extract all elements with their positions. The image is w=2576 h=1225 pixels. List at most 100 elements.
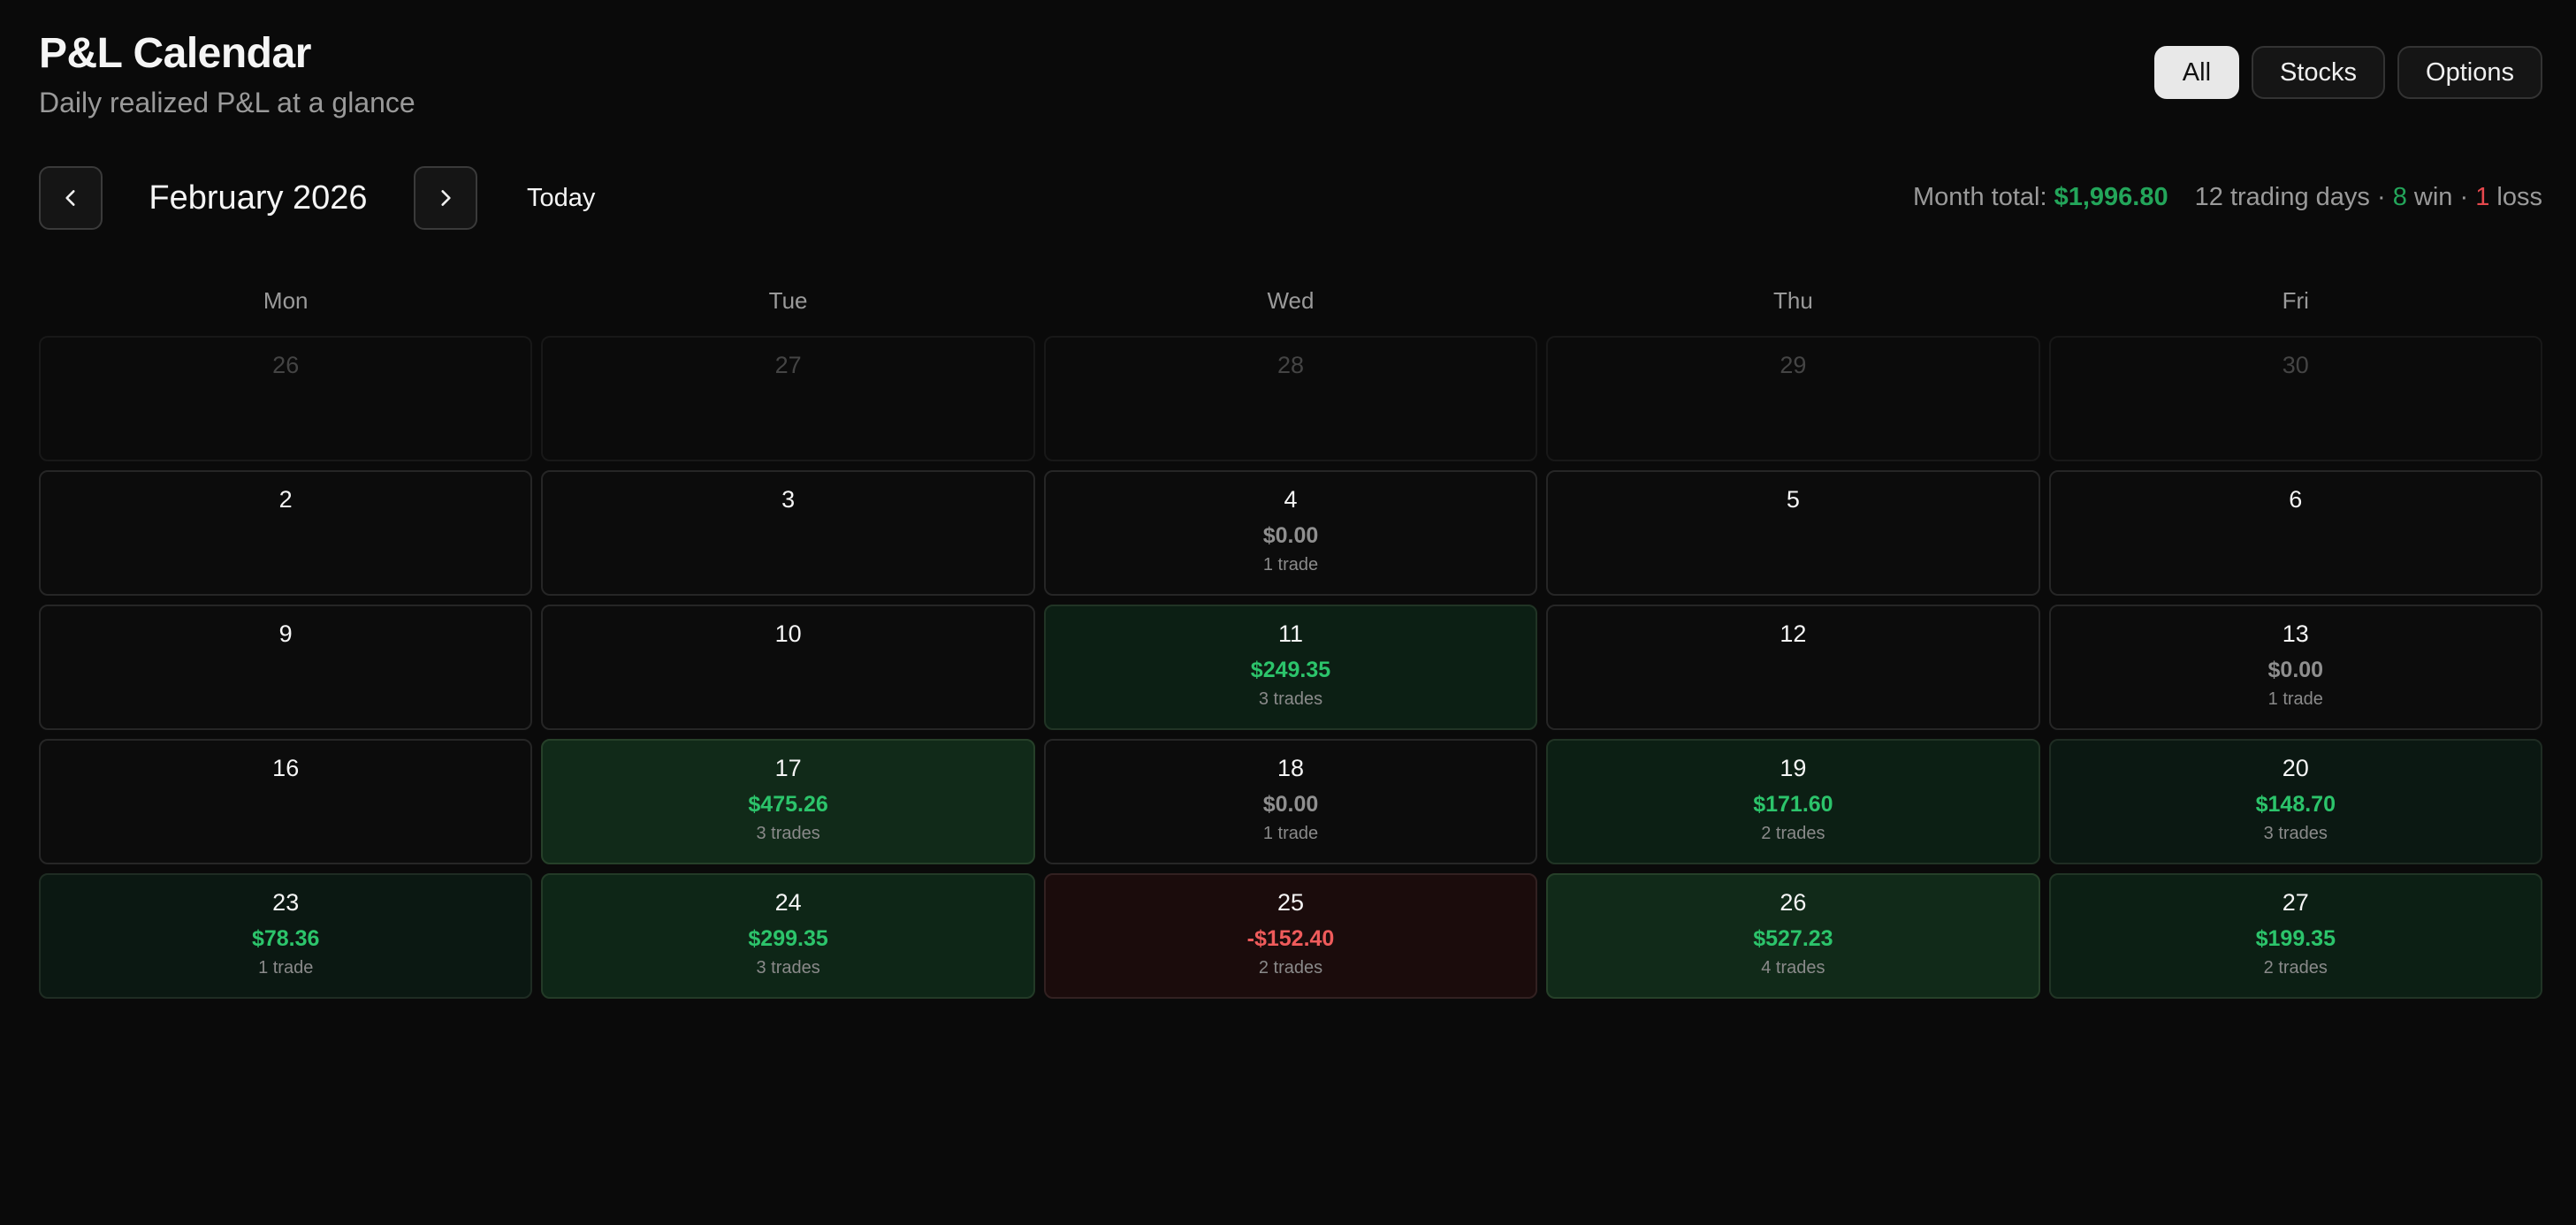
page-title: P&L Calendar — [39, 30, 311, 77]
day-number: 27 — [774, 352, 802, 378]
summary-separator: · — [2452, 183, 2476, 211]
calendar-day[interactable]: 18 $0.00 1 trade — [1043, 739, 1538, 864]
month-total-label: Month total: — [1913, 183, 2047, 211]
day-number: 2 — [278, 486, 293, 513]
day-number: 25 — [1277, 889, 1305, 916]
calendar-day-outside: 29 — [1546, 336, 2040, 461]
calendar-day[interactable]: 10 — [541, 605, 1035, 730]
day-number: 26 — [272, 352, 300, 378]
day-number: 16 — [272, 755, 300, 781]
day-trade-count: 1 trade — [1262, 824, 1319, 843]
day-trade-count: 2 trades — [1761, 824, 1825, 843]
day-pnl: $0.00 — [1262, 792, 1319, 817]
day-trade-count: 1 trade — [1262, 555, 1319, 574]
month-summary: Month total: $1,996.80 12 trading days · … — [1913, 179, 2542, 215]
day-pnl: $0.00 — [1262, 523, 1319, 548]
day-number: 12 — [1780, 620, 1807, 647]
day-pnl: $299.35 — [748, 926, 828, 951]
loss-count: 1 — [2475, 183, 2490, 211]
win-count: 8 — [2392, 183, 2407, 211]
calendar-day[interactable]: 24 $299.35 3 trades — [541, 873, 1035, 999]
day-trade-count: 1 trade — [2267, 689, 2323, 709]
day-number: 23 — [272, 889, 300, 916]
day-trade-count: 3 trades — [756, 958, 820, 978]
day-trade-count: 2 trades — [2263, 958, 2328, 978]
chevron-left-icon — [65, 190, 75, 206]
month-label: February 2026 — [149, 179, 368, 217]
calendar-day[interactable]: 19 $171.60 2 trades — [1546, 739, 2040, 864]
calendar-day[interactable]: 26 $527.23 4 trades — [1546, 873, 2040, 999]
today-button[interactable]: Today — [509, 173, 613, 223]
day-number: 28 — [1277, 352, 1305, 378]
calendar-day-outside: 27 — [541, 336, 1035, 461]
day-number: 10 — [774, 620, 802, 647]
calendar-day[interactable]: 23 $78.36 1 trade — [39, 873, 533, 999]
day-number: 30 — [2282, 352, 2309, 378]
day-trade-count: 1 trade — [258, 958, 314, 978]
day-number: 11 — [1277, 620, 1303, 647]
weekday-label: Wed — [1267, 287, 1315, 314]
day-pnl: $78.36 — [251, 926, 320, 951]
previous-month-button[interactable] — [39, 166, 103, 230]
trading-days: 12 trading days — [2194, 183, 2370, 211]
day-pnl: -$152.40 — [1246, 926, 1335, 951]
win-label: win — [2406, 183, 2453, 211]
calendar-day-outside: 26 — [39, 336, 533, 461]
filter-stocks-button[interactable]: Stocks — [2252, 46, 2386, 99]
filter-all-button[interactable]: All — [2153, 46, 2240, 99]
day-number: 6 — [2289, 486, 2303, 513]
filter-options-button[interactable]: Options — [2397, 46, 2542, 99]
day-trade-count: 3 trades — [2263, 824, 2328, 843]
day-pnl: $527.23 — [1753, 926, 1833, 951]
summary-separator: · — [2369, 183, 2393, 211]
day-pnl: $199.35 — [2255, 926, 2336, 951]
calendar-day[interactable]: 11 $249.35 3 trades — [1043, 605, 1538, 730]
weekday-label: Thu — [1772, 287, 1813, 314]
day-number: 26 — [1780, 889, 1807, 916]
calendar-day[interactable]: 3 — [541, 470, 1035, 596]
calendar-day[interactable]: 27 $199.35 2 trades — [2048, 873, 2542, 999]
calendar-day[interactable]: 9 — [39, 605, 533, 730]
weekday-label: Mon — [263, 287, 309, 314]
calendar-day[interactable]: 4 $0.00 1 trade — [1043, 470, 1538, 596]
day-pnl: $0.00 — [2267, 658, 2324, 682]
calendar-day[interactable]: 20 $148.70 3 trades — [2048, 739, 2542, 864]
calendar-day[interactable]: 5 — [1546, 470, 2040, 596]
day-number: 24 — [774, 889, 802, 916]
filter-group: All Stocks Options — [2153, 46, 2542, 99]
calendar-day-outside: 28 — [1043, 336, 1538, 461]
day-number: 9 — [278, 620, 293, 647]
day-number: 18 — [1277, 755, 1305, 781]
chevron-right-icon — [441, 190, 451, 206]
day-trade-count: 3 trades — [1258, 689, 1323, 709]
weekday-label: Tue — [768, 287, 808, 314]
calendar-day[interactable]: 13 $0.00 1 trade — [2048, 605, 2542, 730]
calendar-day[interactable]: 12 — [1546, 605, 2040, 730]
day-number: 19 — [1780, 755, 1807, 781]
day-pnl: $171.60 — [1753, 792, 1833, 817]
day-number: 20 — [2282, 755, 2309, 781]
calendar-day-outside: 30 — [2048, 336, 2542, 461]
calendar-day[interactable]: 17 $475.26 3 trades — [541, 739, 1035, 864]
next-month-button[interactable] — [414, 166, 477, 230]
day-pnl: $475.26 — [748, 792, 828, 817]
day-number: 13 — [2282, 620, 2309, 647]
calendar-day[interactable]: 2 — [39, 470, 533, 596]
day-pnl: $148.70 — [2255, 792, 2336, 817]
weekday-header: Mon Tue Wed Thu Fri — [39, 285, 2542, 316]
day-trade-count: 4 trades — [1761, 958, 1825, 978]
calendar-day[interactable]: 16 — [39, 739, 533, 864]
day-number: 4 — [1284, 486, 1298, 513]
calendar-day[interactable]: 6 — [2048, 470, 2542, 596]
day-number: 29 — [1780, 352, 1807, 378]
day-trade-count: 2 trades — [1258, 958, 1323, 978]
loss-label: loss — [2489, 183, 2542, 211]
day-number: 17 — [774, 755, 802, 781]
page-subtitle: Daily realized P&L at a glance — [39, 87, 415, 118]
calendar-grid: 26 27 28 29 30 2 3 4 $0.00 1 trade 5 6 9 10 11 $249.35 3… — [39, 336, 2542, 999]
day-number: 3 — [781, 486, 796, 513]
day-pnl: $249.35 — [1250, 658, 1331, 682]
weekday-label: Fri — [2282, 287, 2309, 314]
calendar-day[interactable]: 25 -$152.40 2 trades — [1043, 873, 1538, 999]
month-total-value: $1,996.80 — [2054, 183, 2168, 211]
